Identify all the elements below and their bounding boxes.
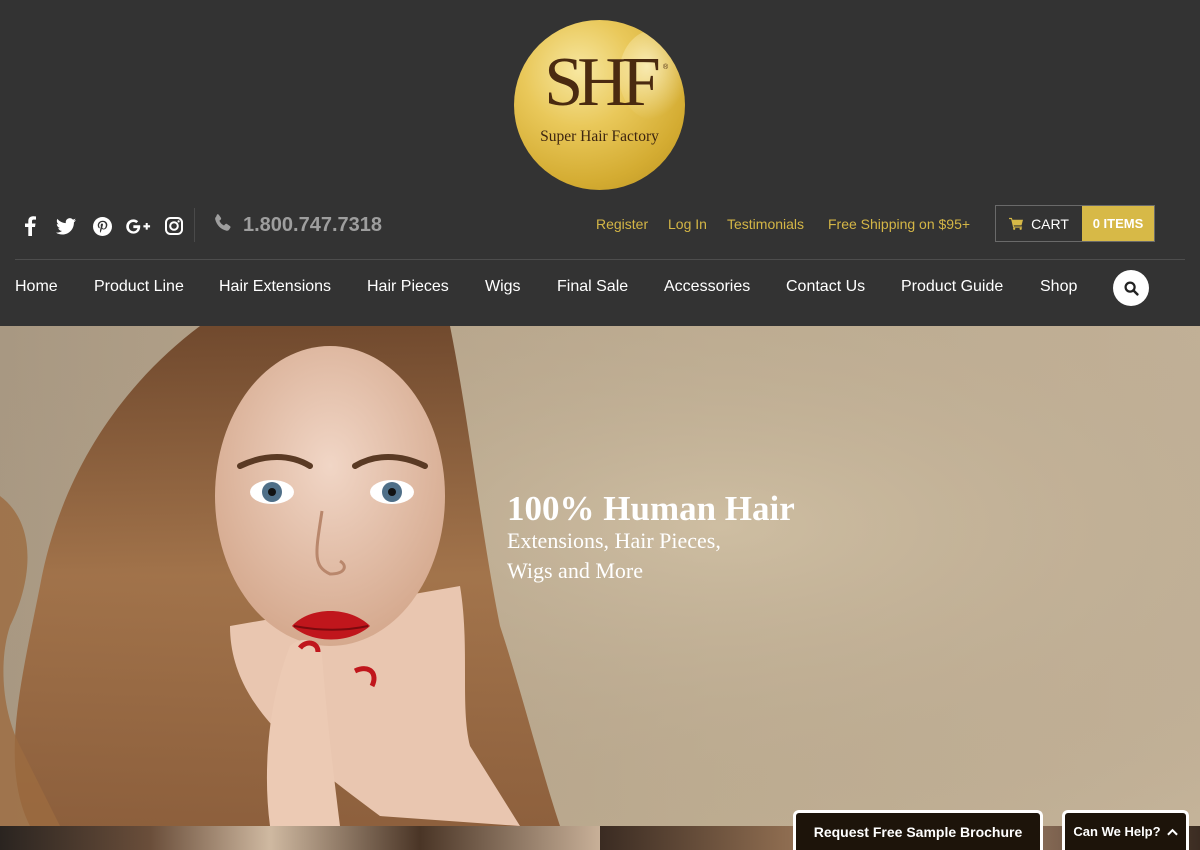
- request-brochure-button[interactable]: Request Free Sample Brochure: [793, 810, 1043, 850]
- search-icon: [1123, 280, 1139, 296]
- nav-contact-us[interactable]: Contact Us: [786, 278, 865, 296]
- phone-contact[interactable]: 1.800.747.7318: [213, 213, 382, 238]
- cart-label: CART: [1031, 215, 1069, 232]
- google-plus-icon[interactable]: [124, 214, 152, 238]
- nav-product-line[interactable]: Product Line: [94, 278, 184, 296]
- header-divider: [194, 208, 195, 242]
- chevron-up-icon: [1166, 828, 1178, 836]
- logo-monogram: SHF: [544, 44, 660, 121]
- nav-home[interactable]: Home: [15, 278, 58, 296]
- login-link[interactable]: Log In: [668, 216, 707, 232]
- nav-wigs[interactable]: Wigs: [485, 278, 521, 296]
- testimonials-link[interactable]: Testimonials: [727, 216, 804, 232]
- can-we-help-label: Can We Help?: [1073, 824, 1161, 839]
- nav-hair-extensions[interactable]: Hair Extensions: [219, 278, 331, 296]
- nav-shop[interactable]: Shop: [1040, 278, 1077, 296]
- header-separator: [15, 259, 1185, 260]
- cart-label-area[interactable]: CART: [996, 206, 1082, 241]
- nav-product-guide[interactable]: Product Guide: [901, 278, 1003, 296]
- logo-brand-name: Super Hair Factory: [540, 128, 659, 145]
- category-image-left[interactable]: [0, 826, 600, 850]
- hero-subtitle-line-2: Wigs and More: [507, 558, 643, 583]
- cart-item-count[interactable]: 0 ITEMS: [1082, 206, 1154, 241]
- nav-hair-pieces[interactable]: Hair Pieces: [367, 278, 449, 296]
- pinterest-icon[interactable]: [88, 214, 116, 238]
- facebook-icon[interactable]: [16, 214, 44, 238]
- logo-registered-mark: ®: [663, 64, 669, 71]
- phone-number[interactable]: 1.800.747.7318: [243, 214, 382, 237]
- register-link[interactable]: Register: [596, 216, 648, 232]
- instagram-icon[interactable]: [160, 214, 188, 238]
- social-links: [16, 213, 196, 239]
- phone-icon: [213, 213, 233, 238]
- cart-icon: [1009, 217, 1024, 230]
- free-shipping-link[interactable]: Free Shipping on $95+: [828, 216, 970, 232]
- can-we-help-button[interactable]: Can We Help?: [1062, 810, 1189, 850]
- hero-title: 100% Human Hair: [507, 489, 795, 528]
- search-button[interactable]: [1113, 270, 1149, 306]
- cart-button[interactable]: CART 0 ITEMS: [995, 205, 1155, 242]
- twitter-icon[interactable]: [52, 214, 80, 238]
- nav-final-sale[interactable]: Final Sale: [557, 278, 628, 296]
- nav-accessories[interactable]: Accessories: [664, 278, 750, 296]
- super-hair-factory-logo[interactable]: SHF ® Super Hair Factory: [514, 20, 685, 190]
- hero-subtitle-line-1: Extensions, Hair Pieces,: [507, 528, 721, 553]
